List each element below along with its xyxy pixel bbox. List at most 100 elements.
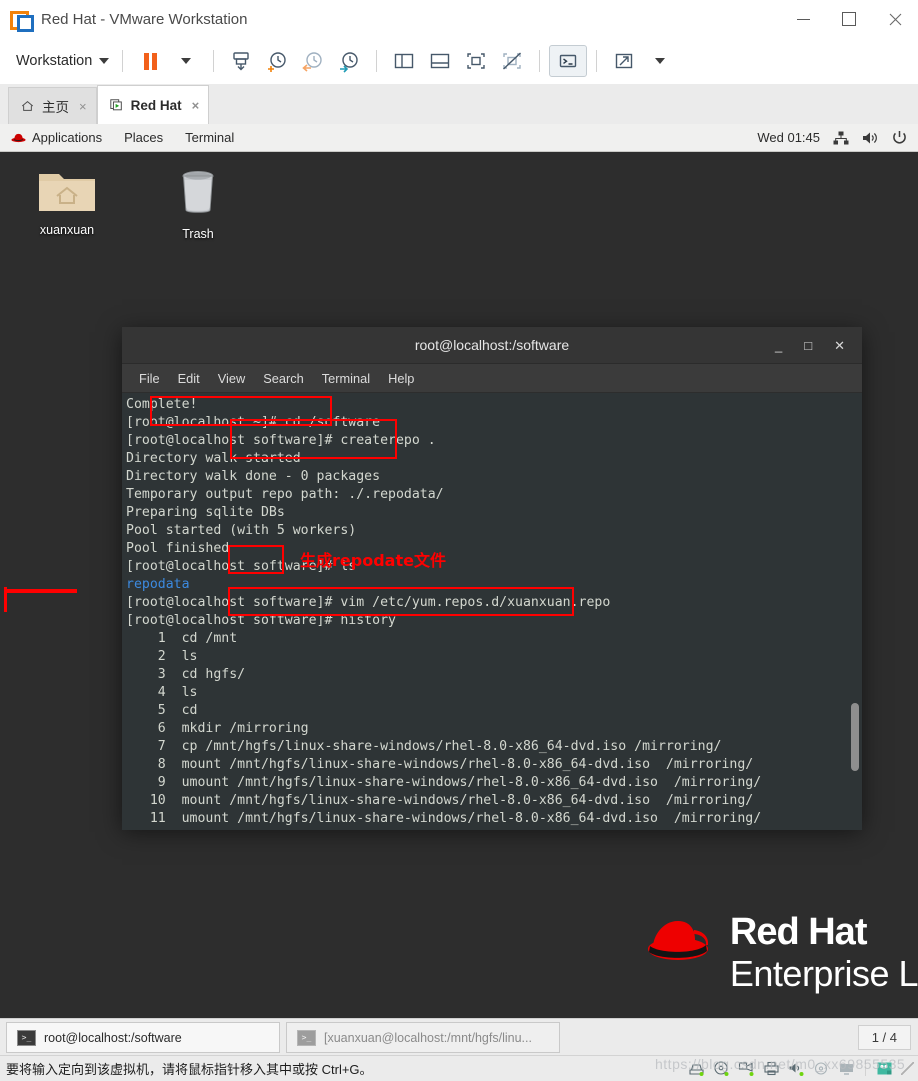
home-folder-icon: [39, 174, 95, 211]
guest-screen[interactable]: Applications Places Terminal Wed 01:45 x…: [0, 124, 918, 1018]
terminal-line: 5 cd: [126, 703, 198, 718]
maximize-button[interactable]: [826, 0, 872, 38]
terminal-window-controls: _ □ ✕: [775, 339, 862, 352]
terminal-line: Temporary output repo path: ./.repodata/: [126, 487, 444, 502]
terminal-line: 11 umount /mnt/hgfs/linux-share-windows/…: [126, 811, 762, 826]
fit-guest-disabled-icon: [503, 52, 522, 70]
fullscreen-dropdown-button[interactable]: [642, 46, 678, 76]
fullscreen-button[interactable]: [606, 46, 642, 76]
terminal-scrollbar-thumb[interactable]: [851, 703, 859, 771]
window-title: Red Hat - VMware Workstation: [41, 10, 248, 28]
terminal-menu[interactable]: Terminal: [174, 127, 245, 148]
tab-red-hat-close-icon[interactable]: ×: [192, 98, 200, 113]
menu-help[interactable]: Help: [379, 368, 423, 389]
rhel-wordmark: Red Hat Enterprise L: [730, 913, 918, 992]
terminal-minimize-button[interactable]: _: [775, 339, 782, 352]
terminal-line: [root@localhost software]# ls: [126, 559, 357, 574]
tab-red-hat-label: Red Hat: [130, 97, 182, 113]
menu-view[interactable]: View: [209, 368, 255, 389]
take-snapshot-button[interactable]: [259, 46, 295, 76]
send-keys-button[interactable]: [223, 46, 259, 76]
red-hat-fedora-icon: [11, 133, 26, 143]
tab-home-label: 主页: [42, 100, 69, 115]
terminal-line: [root@localhost software]# history: [126, 613, 396, 628]
console-view-button[interactable]: [458, 46, 494, 76]
terminal-line: Pool started (with 5 workers): [126, 523, 357, 538]
terminal-line: 1 cd /mnt: [126, 631, 238, 646]
snapshot-manager-button[interactable]: [331, 46, 367, 76]
terminal-line: 3 cd hgfs/: [126, 667, 246, 682]
network-icon[interactable]: [833, 131, 849, 145]
terminal-view-button[interactable]: [549, 45, 588, 77]
red-hat-fedora-icon: [647, 921, 708, 960]
watermark: https://blog.csdn.net/m0_xx69855535: [655, 1056, 906, 1072]
terminal-line: 10 mount /mnt/hgfs/linux-share-windows/r…: [126, 793, 754, 808]
clock[interactable]: Wed 01:45: [757, 130, 820, 145]
terminal-output[interactable]: Complete! [root@localhost ~]# cd /softwa…: [122, 393, 862, 830]
chevron-down-icon: [181, 58, 192, 64]
desktop-icon-label: xuanxuan: [39, 223, 95, 237]
terminal-line: Complete!: [126, 397, 198, 412]
pause-button[interactable]: [132, 46, 168, 76]
applications-menu-label: Applications: [32, 130, 103, 145]
fit-guest-icon: [467, 53, 485, 69]
desktop-icon-label: Trash: [182, 227, 214, 241]
show-library-button[interactable]: [386, 46, 422, 76]
revert-snapshot-button[interactable]: [295, 46, 331, 76]
terminal-title-bar: root@localhost:/software _ □ ✕: [122, 327, 862, 364]
terminal-line: Preparing sqlite DBs: [126, 505, 285, 520]
workspace-page-indicator[interactable]: 1 / 4: [857, 1025, 911, 1050]
terminal-maximize-button[interactable]: □: [804, 339, 812, 352]
panel-bottom-icon: [431, 53, 450, 69]
menu-terminal[interactable]: Terminal: [313, 368, 379, 389]
tab-home[interactable]: 主页 ×: [8, 87, 97, 124]
show-thumbnail-bar-button[interactable]: [422, 46, 458, 76]
terminal-line-repodata: repodata: [126, 577, 190, 592]
terminal-line: [root@localhost ~]# cd /software: [126, 415, 381, 430]
annotation-tick-vim-line: [4, 587, 7, 612]
terminal-line: Pool finished: [126, 541, 230, 556]
clock-wrench-icon: [340, 52, 358, 73]
snapshot-save-icon: [233, 52, 249, 71]
applications-menu[interactable]: Applications: [0, 127, 113, 148]
tab-red-hat[interactable]: Red Hat ×: [96, 85, 210, 124]
vm-tab-strip: 主页 × Red Hat ×: [0, 84, 918, 125]
menu-edit[interactable]: Edit: [169, 368, 209, 389]
pause-dropdown-button[interactable]: [168, 46, 204, 76]
annotation-underline-repodata: [4, 589, 77, 593]
trash-icon: [182, 171, 214, 213]
close-button[interactable]: [872, 0, 918, 38]
chevron-down-icon: [655, 58, 666, 64]
menu-search[interactable]: Search: [254, 368, 313, 389]
speaker-icon[interactable]: [862, 131, 879, 145]
toolbar-separator: [122, 50, 124, 72]
terminal-line: 2 ls: [126, 649, 198, 664]
clock-plus-icon: [268, 52, 286, 72]
terminal-icon: >_: [297, 1029, 316, 1046]
power-icon[interactable]: [892, 130, 907, 145]
toolbar-separator: [539, 50, 541, 72]
workstation-menu-button[interactable]: Workstation: [12, 50, 113, 72]
rhel-line1: Red Hat: [729, 911, 868, 953]
terminal-close-button[interactable]: ✕: [834, 339, 845, 352]
workstation-menu-label: Workstation: [16, 53, 93, 69]
tab-home-close-icon[interactable]: ×: [79, 99, 87, 114]
terminal-line: 8 mount /mnt/hgfs/linux-share-windows/rh…: [126, 757, 754, 772]
terminal-line: 4 ls: [126, 685, 198, 700]
terminal-line: Directory walk done - 0 packages: [126, 469, 381, 484]
panel-left-icon: [395, 53, 414, 69]
no-console-view-button[interactable]: [494, 46, 530, 76]
desktop-icon-xuanxuan[interactable]: xuanxuan: [21, 166, 113, 237]
minimize-button[interactable]: [780, 0, 826, 38]
taskbar-button-root-software[interactable]: >_ root@localhost:/software: [6, 1022, 280, 1053]
terminal-window[interactable]: root@localhost:/software _ □ ✕ File Edit…: [122, 327, 862, 830]
desktop-icon-trash[interactable]: Trash: [152, 166, 244, 241]
terminal-line: 6 mkdir /mirroring: [126, 721, 309, 736]
terminal-prompt-icon: [560, 54, 577, 68]
taskbar-button-xuanxuan[interactable]: >_ [xuanxuan@localhost:/mnt/hgfs/linu...: [286, 1022, 560, 1053]
menu-file[interactable]: File: [130, 368, 169, 389]
home-icon: [21, 100, 34, 111]
terminal-title: root@localhost:/software: [414, 337, 570, 353]
places-menu[interactable]: Places: [113, 127, 174, 148]
terminal-line: Directory walk started: [126, 451, 301, 466]
